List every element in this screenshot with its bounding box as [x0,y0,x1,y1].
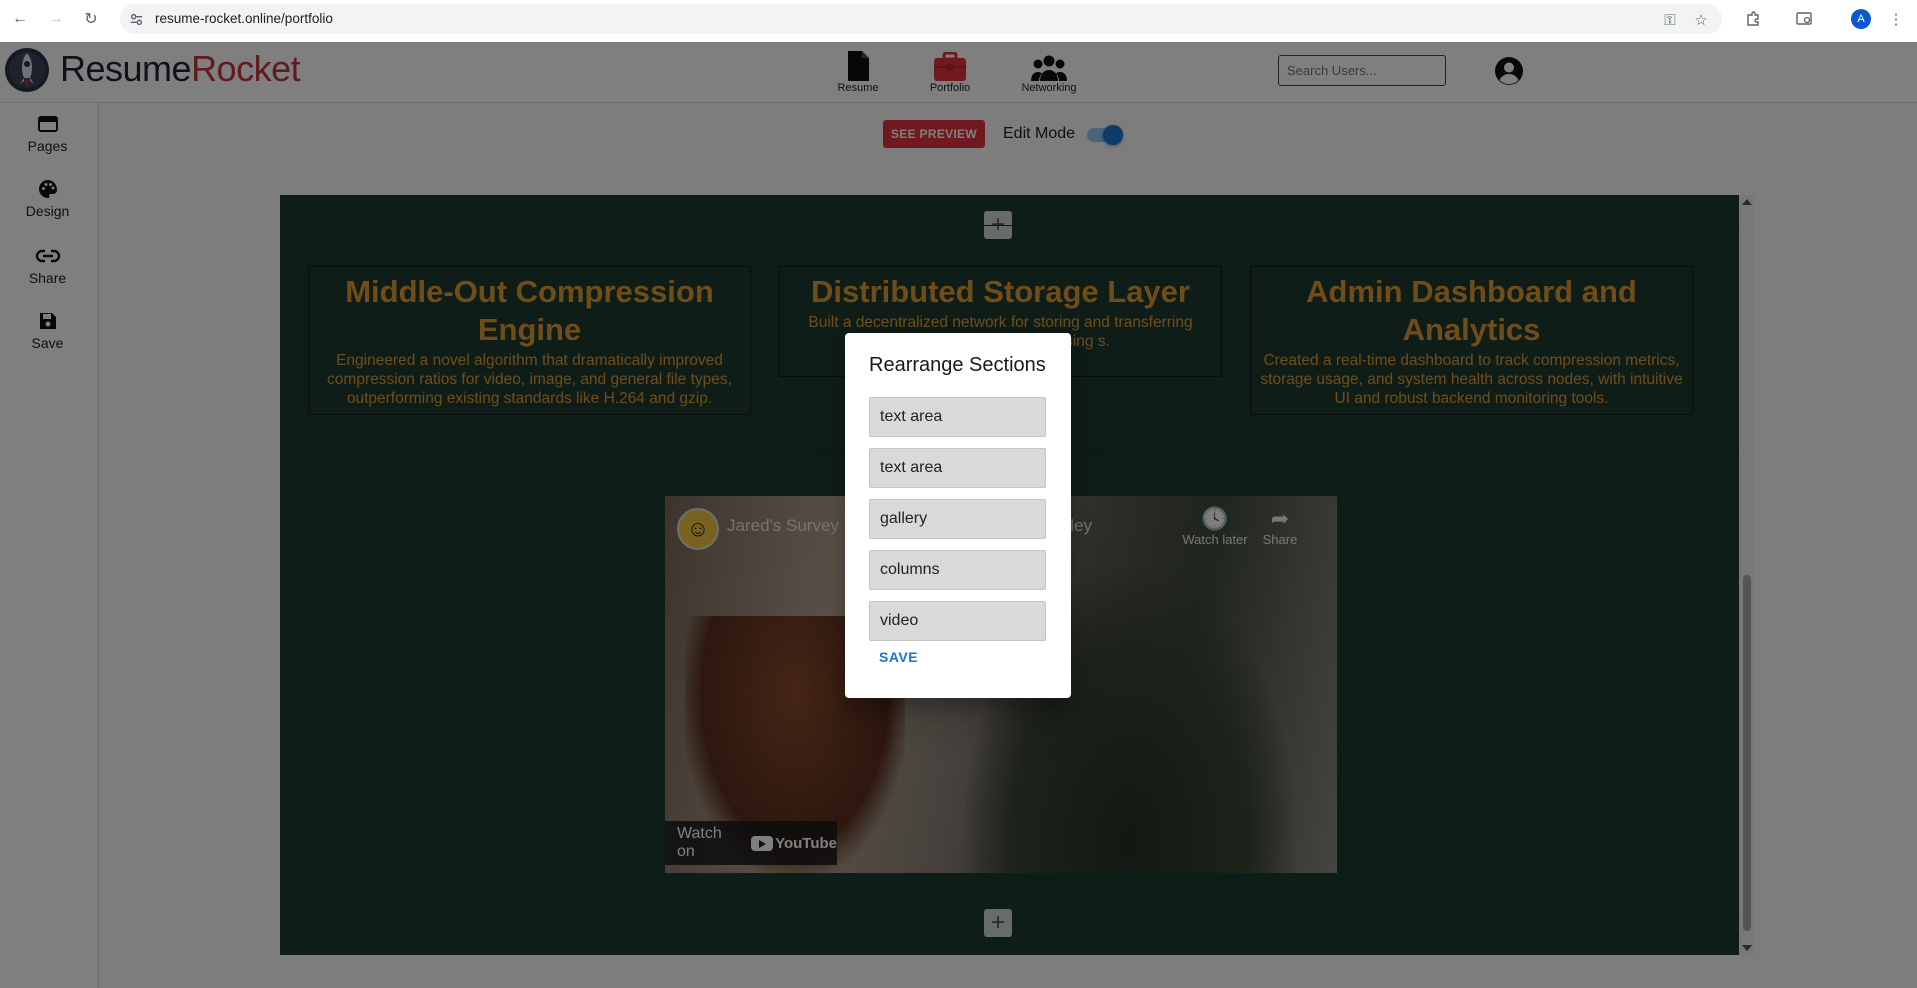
rearrange-sections-dialog: Rearrange Sections text area text area g… [845,333,1071,698]
bookmark-star-icon[interactable]: ☆ [1692,11,1710,29]
tab-search-icon[interactable] [1795,9,1815,29]
kebab-menu-icon[interactable]: ⋮ [1886,9,1906,29]
browser-toolbar: ← → ↻ resume-rocket.online/portfolio ⚿ ☆… [0,0,1917,38]
section-list-item[interactable]: video [869,601,1046,641]
section-list-item[interactable]: gallery [869,499,1046,539]
section-list-item[interactable]: text area [869,448,1046,488]
reload-icon[interactable]: ↻ [81,9,101,29]
profile-avatar[interactable]: A [1851,9,1871,29]
extensions-icon[interactable] [1743,9,1763,29]
url-text[interactable]: resume-rocket.online/portfolio [155,11,333,26]
site-settings-icon[interactable] [129,12,144,27]
password-key-icon[interactable]: ⚿ [1661,11,1679,29]
dialog-title: Rearrange Sections [869,354,1046,376]
back-arrow-icon[interactable]: ← [10,9,30,29]
section-list-item[interactable]: columns [869,550,1046,590]
section-list-item[interactable]: text area [869,397,1046,437]
address-bar[interactable]: resume-rocket.online/portfolio ⚿ ☆ [120,4,1722,34]
forward-arrow-icon[interactable]: → [46,9,66,29]
save-order-button[interactable]: SAVE [879,649,918,665]
